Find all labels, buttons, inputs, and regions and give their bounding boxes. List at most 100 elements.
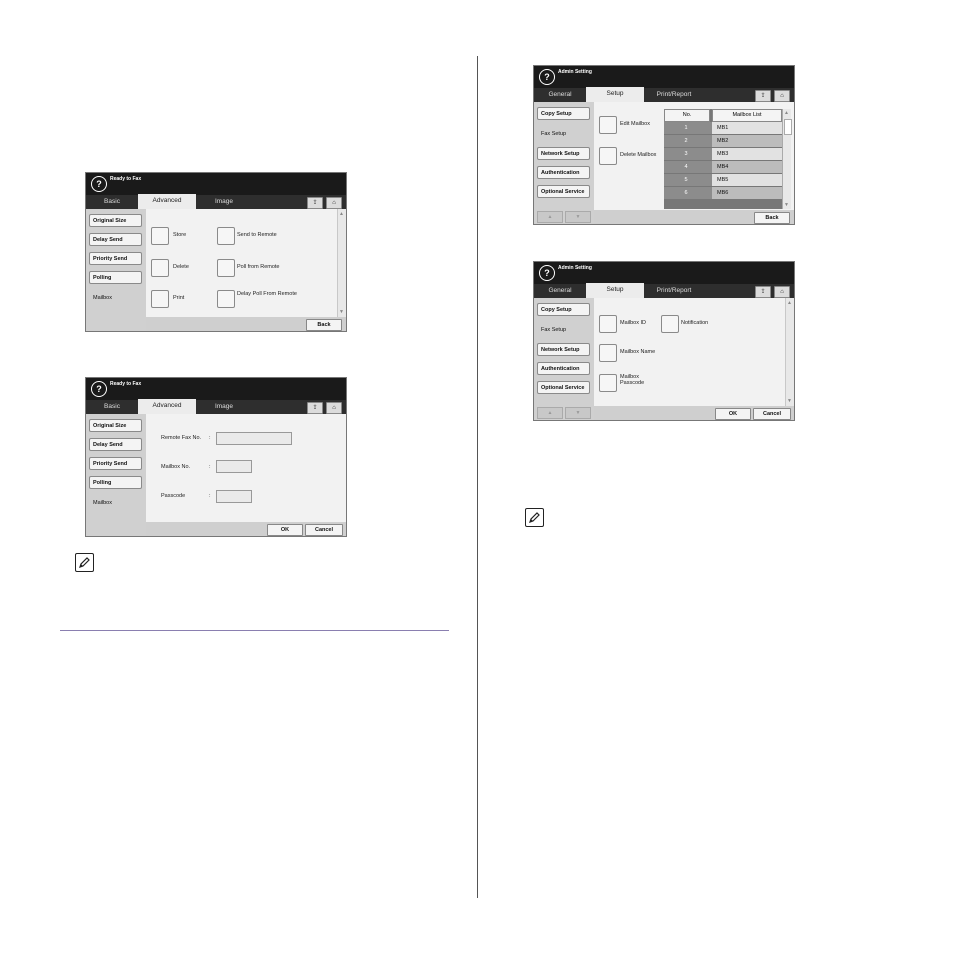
sidebar-item-mailbox[interactable]: Mailbox bbox=[89, 291, 142, 304]
sidebar-item-copy-setup[interactable]: Copy Setup bbox=[537, 107, 590, 120]
home-icon[interactable]: ⌂ bbox=[326, 402, 342, 414]
sidebar: Original Size Delay Send Priority Send P… bbox=[86, 414, 146, 536]
scroll-down-icon[interactable]: ▼ bbox=[784, 202, 789, 208]
tab-print-report[interactable]: Print/Report bbox=[646, 88, 702, 102]
sidebar-item-authentication[interactable]: Authentication bbox=[537, 362, 590, 375]
up-arrow-icon[interactable]: ▲ bbox=[537, 407, 563, 419]
scroll-up-icon[interactable]: ▲ bbox=[787, 300, 792, 306]
table-row[interactable]: 5 MB5 bbox=[664, 174, 785, 186]
help-icon[interactable]: ? bbox=[91, 176, 107, 192]
sidebar-item-polling[interactable]: Polling bbox=[89, 476, 142, 489]
sidebar-item-priority-send[interactable]: Priority Send bbox=[89, 252, 142, 265]
content-area: Edit Mailbox Delete Mailbox No. Mailbox … bbox=[594, 102, 794, 210]
tab-general[interactable]: General bbox=[534, 284, 586, 298]
sidebar-item-network-setup[interactable]: Network Setup bbox=[537, 343, 590, 356]
table-row[interactable]: 6 MB6 bbox=[664, 187, 785, 199]
sidebar-item-network-setup[interactable]: Network Setup bbox=[537, 147, 590, 160]
mailbox-passcode-button[interactable] bbox=[599, 374, 617, 392]
scroll-down-icon[interactable]: ▼ bbox=[339, 309, 344, 315]
sidebar-item-delay-send[interactable]: Delay Send bbox=[89, 438, 142, 451]
tab-basic[interactable]: Basic bbox=[86, 195, 138, 209]
sidebar-item-polling[interactable]: Polling bbox=[89, 271, 142, 284]
note-pencil-icon bbox=[75, 553, 94, 572]
back-button[interactable]: Back bbox=[306, 319, 342, 331]
tab-setup[interactable]: Setup bbox=[586, 283, 644, 298]
sidebar-item-priority-send[interactable]: Priority Send bbox=[89, 457, 142, 470]
edit-mailbox-label: Edit Mailbox bbox=[620, 121, 650, 127]
sidebar-item-optional-service[interactable]: Optional Service bbox=[537, 381, 590, 394]
table-row[interactable]: 2 MB2 bbox=[664, 135, 785, 147]
scroll-up-icon[interactable]: ▲ bbox=[784, 110, 789, 116]
tab-print-report[interactable]: Print/Report bbox=[646, 284, 702, 298]
send-to-remote-button[interactable] bbox=[217, 227, 235, 245]
cancel-button[interactable]: Cancel bbox=[753, 408, 791, 420]
scroll-up-icon[interactable]: ▲ bbox=[339, 211, 344, 217]
sidebar-item-fax-setup[interactable]: Fax Setup bbox=[537, 127, 590, 140]
mailbox-name-button[interactable] bbox=[599, 344, 617, 362]
tab-advanced[interactable]: Advanced bbox=[138, 194, 196, 209]
remote-fax-no-field[interactable] bbox=[216, 432, 292, 445]
sidebar-item-copy-setup[interactable]: Copy Setup bbox=[537, 303, 590, 316]
print-button[interactable] bbox=[151, 290, 169, 308]
help-icon[interactable]: ? bbox=[91, 381, 107, 397]
home-icon[interactable]: ⌂ bbox=[326, 197, 342, 209]
ok-button[interactable]: OK bbox=[267, 524, 303, 536]
sidebar: Original Size Delay Send Priority Send P… bbox=[86, 209, 146, 331]
sidebar-item-original-size[interactable]: Original Size bbox=[89, 214, 142, 227]
upload-icon[interactable]: ⇪ bbox=[755, 286, 771, 298]
scroll-down-icon[interactable]: ▼ bbox=[787, 398, 792, 404]
home-icon[interactable]: ⌂ bbox=[774, 90, 790, 102]
delete-mailbox-button[interactable] bbox=[599, 147, 617, 165]
tab-general[interactable]: General bbox=[534, 88, 586, 102]
sidebar-item-optional-service[interactable]: Optional Service bbox=[537, 185, 590, 198]
tab-setup[interactable]: Setup bbox=[586, 87, 644, 102]
scrollbar[interactable]: ▲ ▼ bbox=[785, 298, 794, 406]
notification-button[interactable] bbox=[661, 315, 679, 333]
tab-image[interactable]: Image bbox=[198, 400, 250, 414]
delete-button[interactable] bbox=[151, 259, 169, 277]
help-icon[interactable]: ? bbox=[539, 265, 555, 281]
tab-basic[interactable]: Basic bbox=[86, 400, 138, 414]
column-divider bbox=[477, 56, 478, 898]
pencil-icon bbox=[79, 557, 90, 568]
bottom-bar: Back bbox=[146, 317, 346, 331]
upload-icon[interactable]: ⇪ bbox=[755, 90, 771, 102]
down-arrow-icon[interactable]: ▼ bbox=[565, 211, 591, 223]
mailbox-no-field[interactable] bbox=[216, 460, 252, 473]
scroll-thumb[interactable] bbox=[784, 119, 792, 135]
sidebar-item-authentication[interactable]: Authentication bbox=[537, 166, 590, 179]
poll-from-remote-button[interactable] bbox=[217, 259, 235, 277]
remote-fax-no-label: Remote Fax No. bbox=[161, 435, 202, 441]
tab-advanced[interactable]: Advanced bbox=[138, 399, 196, 414]
down-arrow-icon[interactable]: ▼ bbox=[565, 407, 591, 419]
back-button[interactable]: Back bbox=[754, 212, 790, 224]
sidebar-nav: ▲ ▼ bbox=[537, 211, 591, 223]
content-area: Store Send to Remote Delete Poll from Re… bbox=[146, 209, 346, 317]
table-row[interactable]: 1 MB1 bbox=[664, 122, 785, 134]
table-row[interactable]: 3 MB3 bbox=[664, 148, 785, 160]
notification-label: Notification bbox=[681, 320, 709, 326]
help-icon[interactable]: ? bbox=[539, 69, 555, 85]
home-icon[interactable]: ⌂ bbox=[774, 286, 790, 298]
table-scrollbar[interactable]: ▲ ▼ bbox=[782, 109, 792, 209]
up-arrow-icon[interactable]: ▲ bbox=[537, 211, 563, 223]
header-bar: ? Admin Setting bbox=[534, 66, 794, 88]
passcode-field[interactable] bbox=[216, 490, 252, 503]
sidebar: Copy Setup Fax Setup Network Setup Authe… bbox=[534, 298, 594, 420]
cancel-button[interactable]: Cancel bbox=[305, 524, 343, 536]
store-button[interactable] bbox=[151, 227, 169, 245]
sidebar-item-mailbox[interactable]: Mailbox bbox=[89, 496, 142, 509]
scrollbar[interactable]: ▲ ▼ bbox=[337, 209, 346, 317]
upload-icon[interactable]: ⇪ bbox=[307, 402, 323, 414]
sidebar-item-original-size[interactable]: Original Size bbox=[89, 419, 142, 432]
tab-image[interactable]: Image bbox=[198, 195, 250, 209]
send-to-remote-label: Send to Remote bbox=[237, 232, 277, 238]
table-row[interactable]: 4 MB4 bbox=[664, 161, 785, 173]
delay-poll-from-remote-button[interactable] bbox=[217, 290, 235, 308]
mailbox-id-button[interactable] bbox=[599, 315, 617, 333]
upload-icon[interactable]: ⇪ bbox=[307, 197, 323, 209]
edit-mailbox-button[interactable] bbox=[599, 116, 617, 134]
ok-button[interactable]: OK bbox=[715, 408, 751, 420]
sidebar-item-delay-send[interactable]: Delay Send bbox=[89, 233, 142, 246]
sidebar-item-fax-setup[interactable]: Fax Setup bbox=[537, 323, 590, 336]
